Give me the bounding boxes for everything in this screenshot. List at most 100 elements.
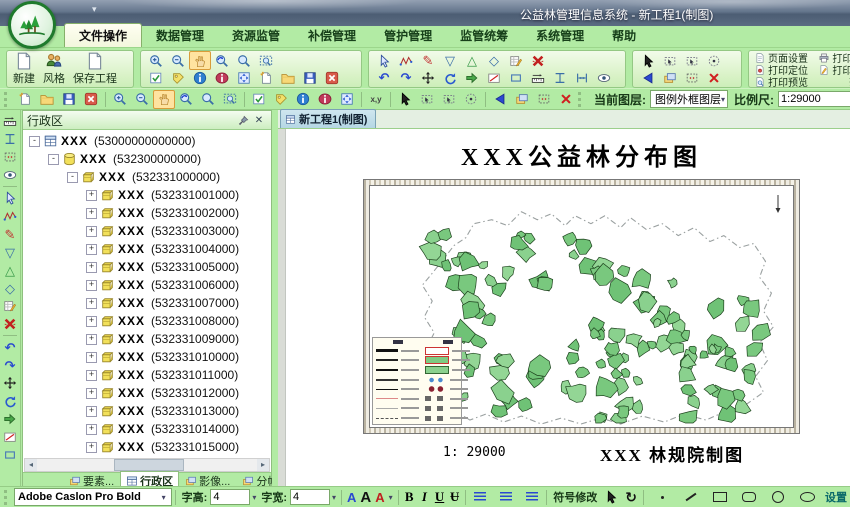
char-height-input[interactable] xyxy=(210,489,250,505)
rectangle-edit-icon[interactable] xyxy=(0,446,20,464)
delete-feature-icon[interactable] xyxy=(0,315,20,333)
copy-layer-icon[interactable] xyxy=(659,68,681,87)
align-right-icon[interactable] xyxy=(521,488,543,507)
new-map-icon[interactable] xyxy=(14,90,36,109)
close-project-icon[interactable] xyxy=(321,68,343,87)
scroll-left-arrow[interactable]: ◂ xyxy=(25,459,37,471)
tree-expander-icon[interactable]: + xyxy=(86,334,97,345)
chevron-down-icon[interactable]: ▾ xyxy=(252,493,256,502)
tree-node[interactable]: +XXX(532331011000) xyxy=(23,366,271,384)
zoom-to-selection-icon[interactable] xyxy=(489,90,511,109)
label-tag-icon[interactable] xyxy=(167,68,189,87)
tree-node[interactable]: +XXX(532331001000) xyxy=(23,186,271,204)
clear-selection-icon[interactable] xyxy=(555,90,577,109)
strikethrough-button[interactable]: Ʉ xyxy=(447,489,462,505)
rotate-feature-icon[interactable] xyxy=(0,392,20,410)
zoom-in-icon[interactable] xyxy=(109,90,131,109)
toolbar-grip[interactable] xyxy=(4,92,10,107)
current-layer-select[interactable]: 图例外框图层 ▾ xyxy=(650,90,728,108)
tree-node[interactable]: +XXX(532331012000) xyxy=(23,384,271,402)
scale-input[interactable] xyxy=(778,91,850,107)
menu-tab-supervision[interactable]: 监管统筹 xyxy=(446,24,522,47)
tree-expander-icon[interactable]: + xyxy=(86,370,97,381)
close-panel-icon[interactable]: ✕ xyxy=(251,113,267,128)
polygon-down-icon[interactable]: ▽ xyxy=(0,243,20,261)
tree-expander-icon[interactable]: - xyxy=(48,154,59,165)
menu-tab-file[interactable]: 文件操作 xyxy=(64,23,142,47)
attributes-icon[interactable] xyxy=(211,68,233,87)
menu-tab-resource[interactable]: 资源监管 xyxy=(218,24,294,47)
draw-circle-icon[interactable] xyxy=(767,488,789,507)
tree-node[interactable]: +XXX(532331003000) xyxy=(23,222,271,240)
zoom-to-selection-icon[interactable] xyxy=(637,68,659,87)
pan-icon[interactable] xyxy=(153,90,175,109)
tree-node[interactable]: -XXX(53000000000000) xyxy=(23,132,271,150)
new-map-icon[interactable] xyxy=(255,68,277,87)
char-width-input[interactable] xyxy=(290,489,330,505)
tree-expander-icon[interactable]: + xyxy=(86,388,97,399)
rotate-icon[interactable]: ↻ xyxy=(625,491,637,504)
tree-expander-icon[interactable]: + xyxy=(86,298,97,309)
menu-tab-data[interactable]: 数据管理 xyxy=(142,24,218,47)
polygon-diamond-icon[interactable]: ◇ xyxy=(0,279,20,297)
align-icon[interactable] xyxy=(0,130,20,148)
scroll-right-arrow[interactable]: ▸ xyxy=(257,459,269,471)
sketch-line-icon[interactable] xyxy=(0,207,20,225)
draw-roundrect-icon[interactable] xyxy=(738,488,760,507)
full-extent-icon[interactable] xyxy=(336,90,358,109)
tree-expander-icon[interactable]: + xyxy=(86,316,97,327)
save-project-icon[interactable] xyxy=(299,68,321,87)
tree-expander-icon[interactable]: + xyxy=(86,406,97,417)
underline-button[interactable]: U xyxy=(432,489,447,505)
import-feature-icon[interactable] xyxy=(0,410,20,428)
tree-expander-icon[interactable]: + xyxy=(86,244,97,255)
select-extent-icon[interactable] xyxy=(0,148,20,166)
tree-node[interactable]: +XXX(532331002000) xyxy=(23,204,271,222)
zoom-window-icon[interactable] xyxy=(197,90,219,109)
tree-expander-icon[interactable]: + xyxy=(86,262,97,273)
menu-tab-compensation[interactable]: 补偿管理 xyxy=(294,24,370,47)
visibility-icon[interactable] xyxy=(0,166,20,184)
save-project-button[interactable]: 保存工程 xyxy=(71,52,119,86)
tree-expander-icon[interactable]: + xyxy=(86,190,97,201)
style-button[interactable]: 风格 xyxy=(41,52,67,86)
document-tab[interactable]: 新工程1(制图) xyxy=(280,109,376,128)
draw-line-icon[interactable] xyxy=(680,488,702,507)
tree-expander-icon[interactable]: + xyxy=(86,424,97,435)
measure-icon[interactable] xyxy=(527,68,549,87)
draw-ellipse-icon[interactable] xyxy=(796,488,818,507)
move-feature-icon[interactable] xyxy=(0,374,20,392)
rotate-feature-icon[interactable] xyxy=(439,68,461,87)
clear-selection-icon[interactable] xyxy=(703,68,725,87)
zoom-previous-icon[interactable] xyxy=(175,90,197,109)
toolbar-grip[interactable] xyxy=(4,490,10,505)
select-cursor-icon[interactable] xyxy=(600,488,622,507)
tree-expander-icon[interactable]: + xyxy=(86,352,97,363)
redo-icon[interactable]: ↷ xyxy=(395,68,417,87)
font-color-blue-button[interactable]: A xyxy=(347,490,356,505)
open-project-icon[interactable] xyxy=(277,68,299,87)
undo-icon[interactable]: ↶ xyxy=(373,68,395,87)
polygon-up-icon[interactable]: △ xyxy=(0,261,20,279)
select-polygon-icon[interactable] xyxy=(438,90,460,109)
tree-horizontal-scrollbar[interactable]: ◂ ▸ xyxy=(24,458,270,472)
save-project-icon[interactable] xyxy=(58,90,80,109)
menu-tab-help[interactable]: 帮助 xyxy=(598,24,650,47)
tree-node[interactable]: +XXX(532331006000) xyxy=(23,276,271,294)
zoom-extent-icon[interactable] xyxy=(219,90,241,109)
symbol-edit-button[interactable]: 符号修改 xyxy=(553,489,597,505)
italic-button[interactable]: I xyxy=(417,489,432,505)
settings-button[interactable]: 设置 xyxy=(825,489,847,505)
tree-node[interactable]: +XXX(532331004000) xyxy=(23,240,271,258)
select-check-icon[interactable] xyxy=(145,68,167,87)
font-select[interactable]: Adobe Caslon Pro Bold ▾ xyxy=(14,488,172,506)
align-center-icon[interactable] xyxy=(495,488,517,507)
print-preview-button[interactable]: 打印预览 xyxy=(755,76,808,87)
tree-expander-icon[interactable]: + xyxy=(86,442,97,453)
new-project-button[interactable]: 新建 xyxy=(11,52,37,86)
chevron-down-icon[interactable]: ▾ xyxy=(332,493,336,502)
select-extent-icon[interactable] xyxy=(681,68,703,87)
edit-attributes-icon[interactable] xyxy=(0,297,20,315)
scrollbar-thumb[interactable] xyxy=(114,459,184,471)
tree-node[interactable]: +XXX(532331007000) xyxy=(23,294,271,312)
